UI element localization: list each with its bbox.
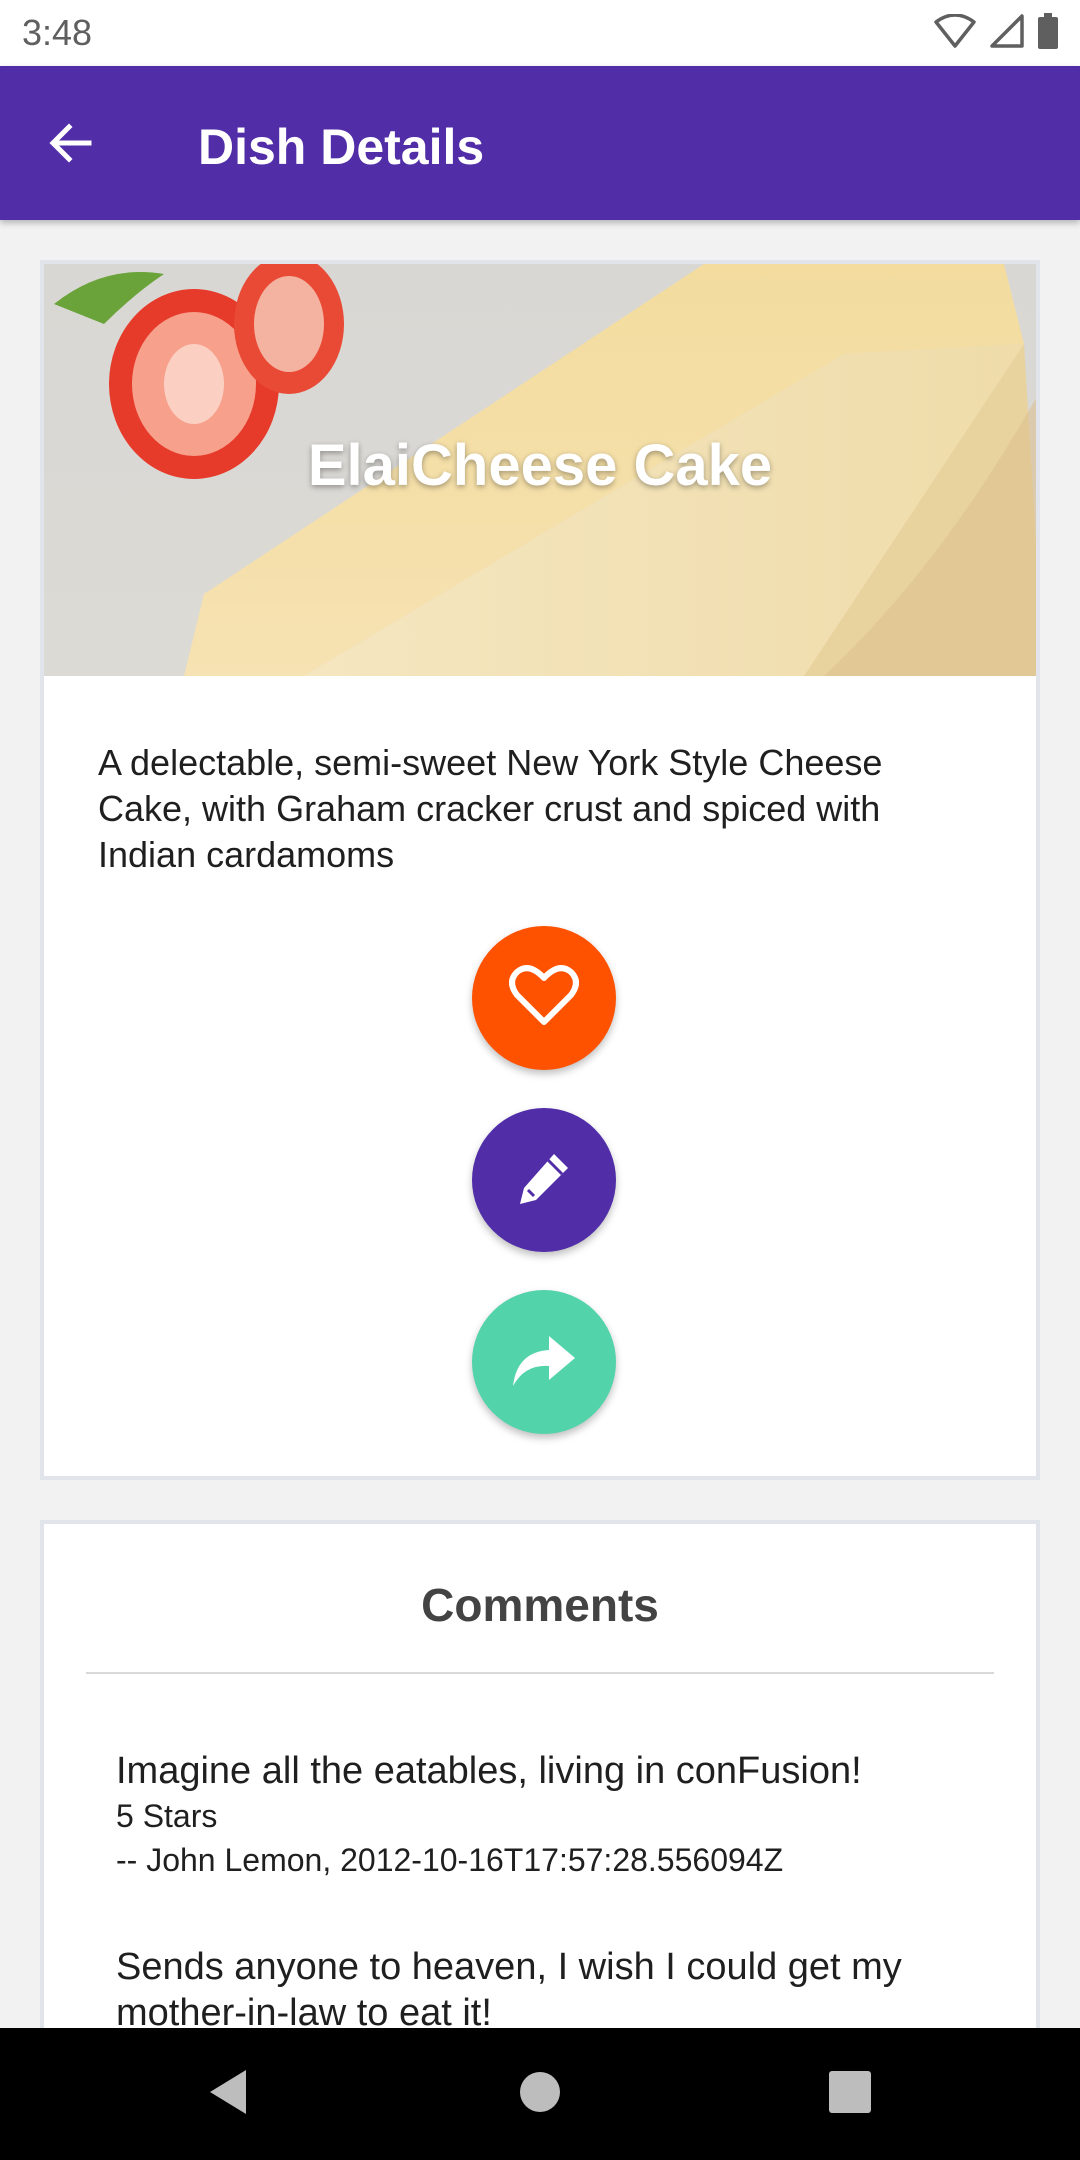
triangle-back-icon: [206, 2068, 250, 2121]
comment-text: Sends anyone to heaven, I wish I could g…: [116, 1946, 902, 2034]
comment-rating: 5 Stars: [116, 1798, 218, 1834]
divider: [86, 1672, 994, 1674]
status-time: 3:48: [22, 12, 93, 53]
app-bar: Dish Details: [0, 66, 1080, 220]
circle-home-icon: [518, 2070, 562, 2119]
screen: 3:48 Dish Details ElaiCheese Cake A dele…: [0, 0, 1080, 2160]
page-title: Dish Details: [198, 119, 485, 175]
comment-item: Sends anyone to heaven, I wish I could g…: [116, 1944, 976, 2036]
battery-icon: [1038, 12, 1058, 54]
nav-back-button[interactable]: [200, 2066, 256, 2122]
comments-title: Comments: [421, 1579, 659, 1631]
favorite-button[interactable]: [472, 926, 616, 1070]
comment-item: Imagine all the eatables, living in conF…: [116, 1748, 976, 1882]
dish-card: ElaiCheese Cake A delectable, semi-sweet…: [40, 260, 1040, 1480]
share-button[interactable]: [472, 1290, 616, 1434]
dish-description: A delectable, semi-sweet New York Style …: [98, 742, 883, 875]
edit-button[interactable]: [472, 1108, 616, 1252]
pencil-icon: [514, 1148, 574, 1213]
cellular-signal-icon: [990, 13, 1024, 53]
system-navigation-bar: [0, 2028, 1080, 2160]
share-arrow-icon: [511, 1332, 577, 1393]
heart-outline-icon: [509, 964, 579, 1033]
dish-name: ElaiCheese Cake: [307, 433, 773, 498]
nav-recents-button[interactable]: [822, 2066, 878, 2122]
back-button[interactable]: [38, 112, 104, 178]
wifi-icon: [934, 12, 976, 53]
status-icons: [934, 12, 1058, 54]
comment-text: Imagine all the eatables, living in conF…: [116, 1750, 862, 1792]
arrow-left-icon: [47, 119, 95, 172]
status-bar: 3:48: [0, 0, 1080, 66]
dish-image: ElaiCheese Cake: [44, 264, 1036, 676]
comment-author: -- John Lemon, 2012-10-16T17:57:28.55609…: [116, 1842, 784, 1878]
square-recents-icon: [829, 2070, 871, 2118]
nav-home-button[interactable]: [512, 2066, 568, 2122]
